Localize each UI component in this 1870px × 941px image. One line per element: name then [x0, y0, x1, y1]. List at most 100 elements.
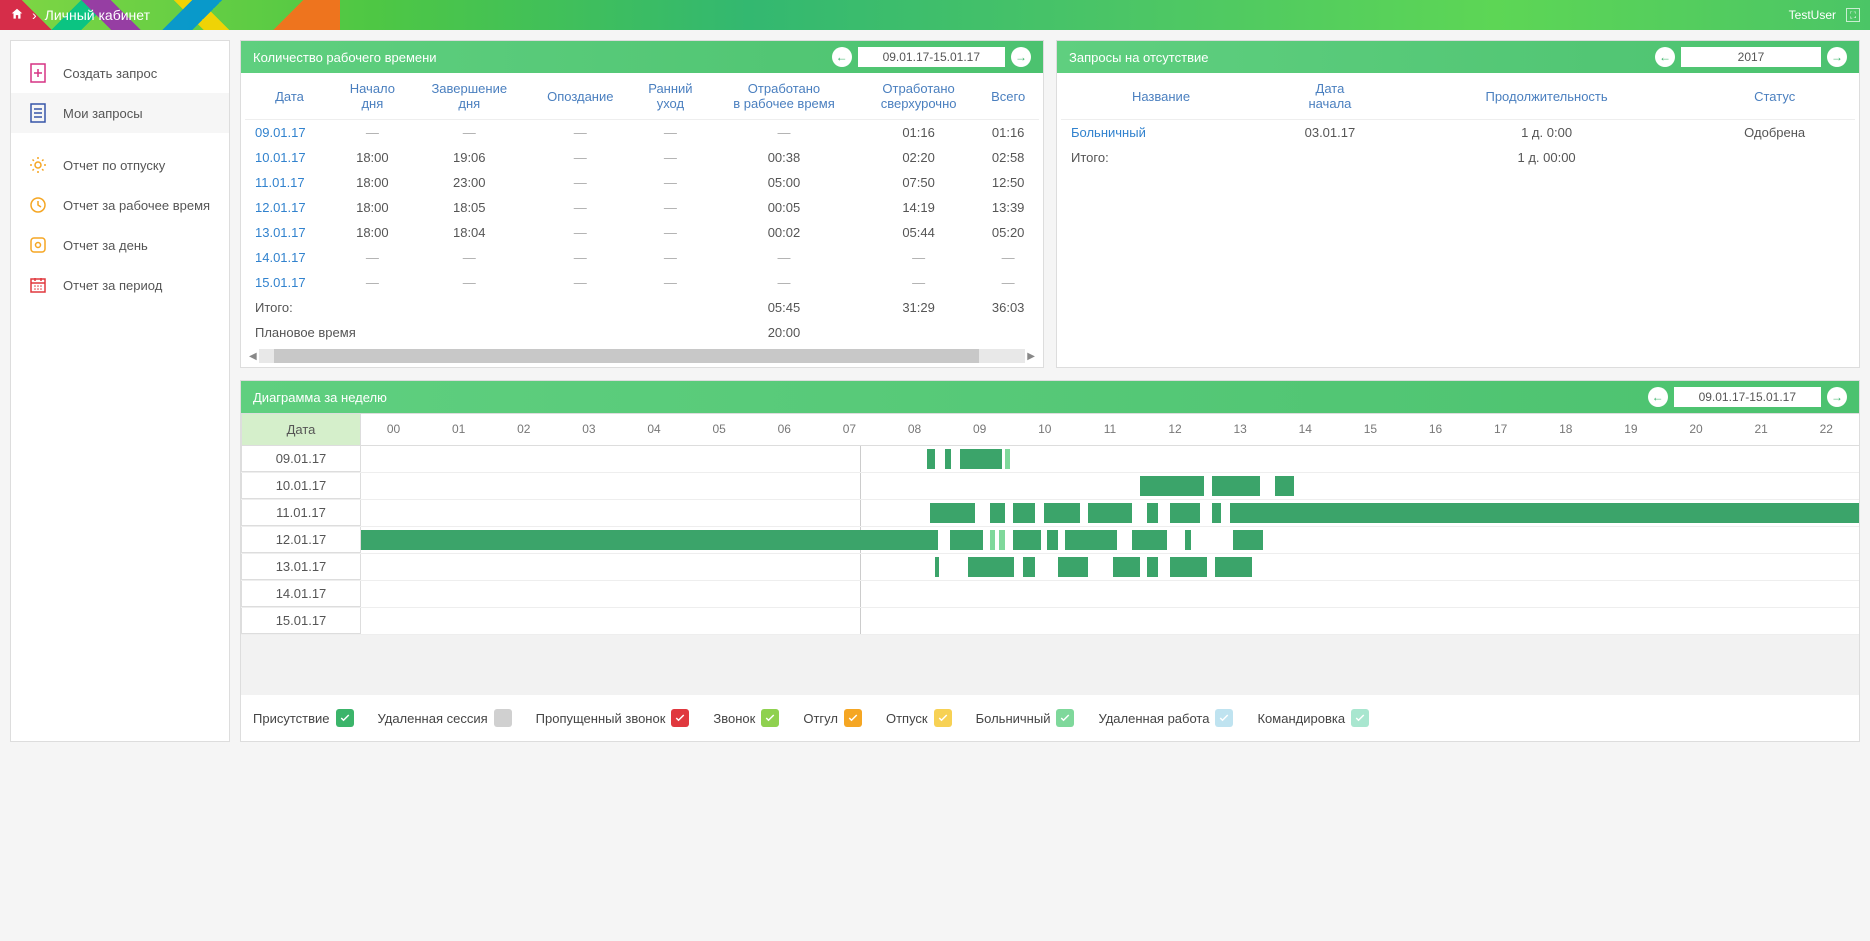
horizontal-scrollbar[interactable]: ◀▶: [241, 345, 1043, 367]
gantt-bar[interactable]: [1088, 503, 1133, 523]
gantt-bar[interactable]: [1170, 557, 1207, 577]
date-link[interactable]: 10.01.17: [245, 145, 334, 170]
legend-item[interactable]: Отгул: [803, 709, 862, 727]
gantt-row: 12.01.17: [241, 527, 1859, 554]
gantt-bar[interactable]: [1215, 557, 1252, 577]
gantt-bar[interactable]: [999, 530, 1005, 550]
gantt-bar[interactable]: [1113, 557, 1140, 577]
gantt-bar[interactable]: [990, 503, 1005, 523]
hour-label: 05: [687, 413, 752, 446]
legend-swatch: [1351, 709, 1369, 727]
hour-label: 02: [491, 413, 556, 446]
gantt-bar[interactable]: [1275, 476, 1294, 496]
absences-table: НазваниеДатаначалаПродолжительностьСтату…: [1061, 73, 1855, 170]
table-row: Больничный03.01.171 д. 0:00Одобрена: [1061, 120, 1855, 146]
gantt-bar[interactable]: [1132, 530, 1166, 550]
hour-label: 15: [1338, 413, 1403, 446]
sidebar-item-vacation-report[interactable]: Отчет по отпуску: [11, 145, 229, 185]
legend-item[interactable]: Отпуск: [886, 709, 952, 727]
gantt-prev-button[interactable]: ←: [1648, 387, 1668, 407]
hour-label: 16: [1403, 413, 1468, 446]
date-link[interactable]: 15.01.17: [245, 270, 334, 295]
gantt-bar[interactable]: [1047, 530, 1057, 550]
gantt-bar[interactable]: [361, 530, 938, 550]
legend-label: Удаленная работа: [1098, 711, 1209, 726]
gantt-row-date: 09.01.17: [241, 446, 361, 472]
legend-label: Пропущенный звонок: [536, 711, 666, 726]
hour-label: 10: [1012, 413, 1077, 446]
next-year-button[interactable]: →: [1827, 47, 1847, 67]
column-header: Опоздание: [528, 73, 633, 120]
legend-item[interactable]: Больничный: [976, 709, 1075, 727]
date-link[interactable]: 12.01.17: [245, 195, 334, 220]
absences-panel: Запросы на отсутствие ← 2017 → НазваниеД…: [1056, 40, 1860, 368]
date-range-field[interactable]: 09.01.17-15.01.17: [858, 47, 1005, 67]
home-icon[interactable]: [10, 7, 24, 24]
legend-item[interactable]: Удаленная работа: [1098, 709, 1233, 727]
year-field[interactable]: 2017: [1681, 47, 1821, 67]
gantt-row-date: 10.01.17: [241, 473, 361, 499]
next-week-button[interactable]: →: [1011, 47, 1031, 67]
gantt-bar[interactable]: [930, 503, 975, 523]
plan-label: Плановое время: [245, 320, 411, 345]
gantt-bar[interactable]: [1185, 530, 1191, 550]
gantt-bar[interactable]: [1230, 503, 1859, 523]
legend-label: Отгул: [803, 711, 838, 726]
table-row: 10.01.1718:0019:06——00:3802:2002:58: [245, 145, 1039, 170]
legend-item[interactable]: Удаленная сессия: [378, 709, 512, 727]
gantt-bar[interactable]: [1013, 530, 1041, 550]
gantt-bar[interactable]: [1170, 503, 1200, 523]
gantt-bar[interactable]: [927, 449, 934, 469]
gantt-bar[interactable]: [1058, 557, 1088, 577]
gantt-bar[interactable]: [990, 530, 994, 550]
column-header: Началодня: [334, 73, 411, 120]
gantt-bar[interactable]: [935, 557, 939, 577]
gantt-next-button[interactable]: →: [1827, 387, 1847, 407]
table-row: 09.01.17—————01:1601:16: [245, 120, 1039, 146]
gantt-bar[interactable]: [1005, 449, 1009, 469]
gantt-bar[interactable]: [1065, 530, 1117, 550]
date-link[interactable]: 13.01.17: [245, 220, 334, 245]
hour-label: 17: [1468, 413, 1533, 446]
panel-title: Диаграмма за неделю: [253, 390, 387, 405]
prev-week-button[interactable]: ←: [832, 47, 852, 67]
gantt-bar[interactable]: [1140, 476, 1204, 496]
gantt-bar[interactable]: [1233, 530, 1263, 550]
gantt-bar[interactable]: [1212, 503, 1221, 523]
legend-item[interactable]: Звонок: [713, 709, 779, 727]
gantt-bar[interactable]: [1013, 503, 1035, 523]
gantt-bar[interactable]: [1023, 557, 1035, 577]
gantt-bar[interactable]: [968, 557, 1014, 577]
page-title: Личный кабинет: [45, 7, 150, 23]
prev-year-button[interactable]: ←: [1655, 47, 1675, 67]
gantt-bar[interactable]: [960, 449, 1002, 469]
legend-item[interactable]: Присутствие: [253, 709, 354, 727]
gantt-row: 13.01.17: [241, 554, 1859, 581]
gantt-bar[interactable]: [1044, 503, 1080, 523]
gantt-bar[interactable]: [945, 449, 951, 469]
date-link[interactable]: 11.01.17: [245, 170, 334, 195]
legend-swatch: [671, 709, 689, 727]
sidebar-item-period-report[interactable]: Отчет за период: [11, 265, 229, 305]
user-name[interactable]: TestUser: [1789, 8, 1836, 22]
sidebar-item-day-report[interactable]: Отчет за день: [11, 225, 229, 265]
legend-item[interactable]: Командировка: [1257, 709, 1369, 727]
gantt-bar[interactable]: [1147, 557, 1157, 577]
gantt-range-field[interactable]: 09.01.17-15.01.17: [1674, 387, 1821, 407]
gantt-bar[interactable]: [1147, 503, 1157, 523]
worktime-panel: Количество рабочего времени ← 09.01.17-1…: [240, 40, 1044, 368]
gantt-bar[interactable]: [1212, 476, 1260, 496]
sidebar-item-worktime-report[interactable]: Отчет за рабочее время: [11, 185, 229, 225]
sidebar-item-create-request[interactable]: Создать запрос: [11, 53, 229, 93]
absence-link[interactable]: Больничный: [1061, 120, 1261, 146]
sidebar-item-my-requests[interactable]: Мои запросы: [11, 93, 229, 133]
fullscreen-icon[interactable]: ⛶: [1846, 8, 1860, 22]
legend-item[interactable]: Пропущенный звонок: [536, 709, 690, 727]
gantt-bar[interactable]: [950, 530, 983, 550]
date-link[interactable]: 09.01.17: [245, 120, 334, 146]
legend-label: Больничный: [976, 711, 1051, 726]
date-link[interactable]: 14.01.17: [245, 245, 334, 270]
day-icon: [29, 235, 47, 255]
hour-label: 03: [556, 413, 621, 446]
plus-doc-icon: [29, 63, 47, 83]
